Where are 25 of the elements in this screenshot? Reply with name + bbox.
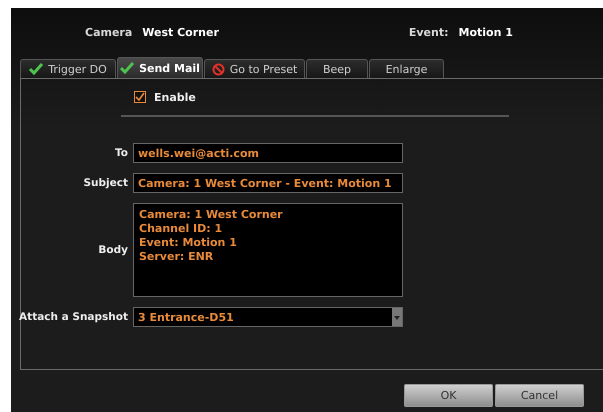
checkbox[interactable] (134, 91, 146, 103)
caret-icon (392, 308, 402, 326)
to-label: To (114, 147, 128, 159)
tab[interactable]: Send Mail (117, 57, 203, 78)
tab[interactable]: Enlarge (369, 59, 444, 78)
tab[interactable]: Go to Preset (204, 59, 305, 78)
tab[interactable]: Trigger DO (20, 59, 116, 78)
body-label: Body (97, 244, 128, 256)
event-label: Event: (408, 26, 449, 39)
body-field[interactable]: Camera: 1 West Corner Channel ID: 1 Event: Motion 1 Server: ENR (133, 203, 403, 297)
checkmark-icon (29, 63, 44, 75)
event-name: Motion 1 (458, 26, 513, 39)
cancel-button[interactable]: Cancel (495, 384, 584, 407)
snapshot-label: Attach a Snapshot (18, 311, 128, 323)
subject-field[interactable]: Camera: 1 West Corner - Event: Motion 1 (133, 173, 403, 193)
snapshot-dropdown[interactable]: 3 Entrance-D51 (133, 307, 403, 327)
camera-name: West Corner (142, 26, 219, 39)
checkmark-icon (120, 62, 134, 74)
tab[interactable]: Beep (306, 59, 368, 78)
prohibited-icon (212, 62, 225, 76)
camera-label: Camera (85, 26, 132, 39)
enable-label: Enable (154, 90, 196, 104)
to-field[interactable]: wells.wei@acti.com (133, 143, 403, 163)
ok-button[interactable]: OK (404, 384, 493, 407)
subject-label: Subject (82, 177, 128, 189)
